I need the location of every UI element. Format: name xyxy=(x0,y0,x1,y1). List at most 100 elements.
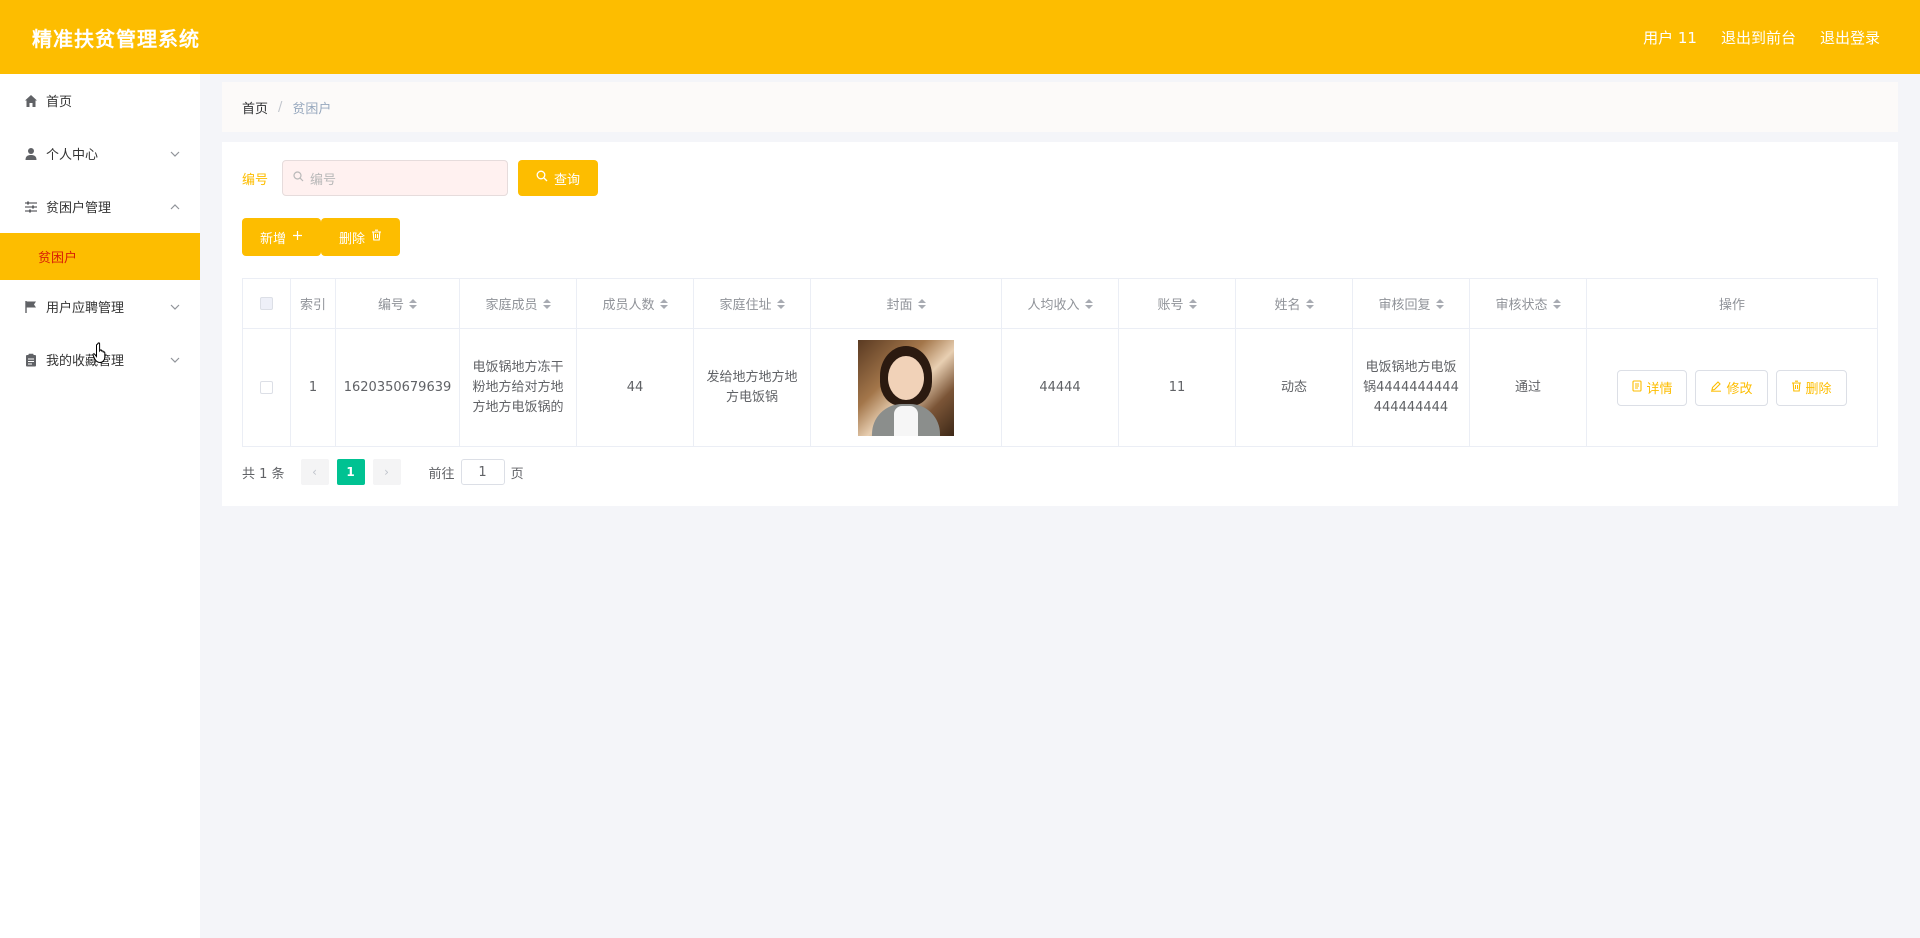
sidebar-subitem-poor-household[interactable]: 贫困户 xyxy=(0,233,200,280)
col-header-index: 索引 xyxy=(291,279,336,329)
breadcrumb-home[interactable]: 首页 xyxy=(242,98,268,117)
cell-text: 11 xyxy=(1168,379,1186,395)
table-header-row: 索引 编号 家庭成员 成员人数 家庭住址 封面 人均收入 账号 姓名 审核回复 … xyxy=(243,279,1878,329)
action-toolbar: 新增 删除 xyxy=(242,218,1878,256)
col-header-account[interactable]: 账号 xyxy=(1119,279,1236,329)
sidebar-item-user-application-mgmt[interactable]: 用户应聘管理 xyxy=(0,280,200,333)
col-header-operations: 操作 xyxy=(1587,279,1878,329)
sort-icon[interactable] xyxy=(1435,298,1444,309)
pagination-jumper: 前往 1 页 xyxy=(429,459,524,485)
row-delete-button[interactable]: 删除 xyxy=(1775,369,1847,406)
col-header-review-reply[interactable]: 审核回复 xyxy=(1353,279,1470,329)
trash-icon xyxy=(371,229,382,245)
sliders-icon xyxy=(24,200,38,214)
sidebar-item-label: 贫困户管理 xyxy=(46,201,112,216)
row-select-cell xyxy=(243,329,291,447)
table-row: 1 1620350679639 电饭锅地方冻干粉地方给对方地方地方电饭锅的 44… xyxy=(243,329,1878,447)
app-header: 精准扶贫管理系统 用户 11 退出到前台 退出登录 xyxy=(0,0,1920,74)
add-button[interactable]: 新增 xyxy=(242,218,322,256)
edit-button-label: 修改 xyxy=(1726,382,1753,397)
col-header-address[interactable]: 家庭住址 xyxy=(694,279,811,329)
goto-unit: 页 xyxy=(510,466,524,482)
sidebar-item-home[interactable]: 首页 xyxy=(0,74,200,127)
search-icon xyxy=(536,170,548,186)
col-header-label: 索引 xyxy=(299,298,326,313)
edit-button[interactable]: 修改 xyxy=(1695,369,1768,406)
goto-page-input[interactable]: 1 xyxy=(460,459,505,485)
sort-icon[interactable] xyxy=(659,298,668,309)
sort-icon[interactable] xyxy=(1084,298,1093,309)
trash-icon xyxy=(1791,380,1802,396)
cell-text: 电饭锅地方冻干粉地方给对方地方地方电饭锅的 xyxy=(472,359,564,415)
col-header-cover[interactable]: 封面 xyxy=(811,279,1002,329)
detail-button-label: 详情 xyxy=(1646,382,1673,397)
cell-review-reply: 电饭锅地方电饭锅4444444444444444444 xyxy=(1353,329,1470,447)
cover-image[interactable] xyxy=(858,339,954,436)
cell-text: 1620350679639 xyxy=(343,379,452,395)
sort-icon[interactable] xyxy=(917,298,926,309)
sort-icon[interactable] xyxy=(542,298,551,309)
col-header-member-count[interactable]: 成员人数 xyxy=(577,279,694,329)
batch-delete-button[interactable]: 删除 xyxy=(321,218,401,256)
sort-icon[interactable] xyxy=(1305,298,1314,309)
col-header-income[interactable]: 人均收入 xyxy=(1002,279,1119,329)
search-input[interactable]: 编号 xyxy=(282,160,509,196)
row-checkbox[interactable] xyxy=(260,381,273,394)
detail-button[interactable]: 详情 xyxy=(1617,369,1688,406)
goto-label: 前往 xyxy=(428,466,455,482)
cell-text: 44 xyxy=(626,379,644,395)
col-header-label: 操作 xyxy=(1718,298,1745,313)
sort-icon[interactable] xyxy=(1188,298,1197,309)
sidebar-item-personal-center[interactable]: 个人中心 xyxy=(0,127,200,180)
next-page-button[interactable]: › xyxy=(372,459,401,485)
pagination: 共 1 条 ‹ 1 › 前往 1 页 xyxy=(242,459,1878,485)
row-delete-button-label: 删除 xyxy=(1805,382,1832,397)
sort-icon[interactable] xyxy=(1552,298,1561,309)
document-icon xyxy=(1632,379,1643,396)
cell-member-count: 44 xyxy=(577,329,694,447)
cover-shirt xyxy=(894,405,918,436)
search-button[interactable]: 查询 xyxy=(518,160,599,196)
clipboard-icon xyxy=(24,353,38,367)
cell-address: 发给地方地方地方电饭锅 xyxy=(694,329,811,447)
search-form: 编号 编号 查询 xyxy=(242,160,1878,196)
pagination-total: 共 1 条 xyxy=(242,466,285,482)
content-panel: 编号 编号 查询 新增 删除 索引 编号 家庭成员 成员人数 家庭住址 封面 人… xyxy=(222,142,1898,506)
col-header-label: 封面 xyxy=(886,298,913,313)
search-label: 编号 xyxy=(242,172,269,188)
sidebar-item-poor-household-mgmt[interactable]: 贫困户管理 xyxy=(0,180,200,233)
chevron-down-icon xyxy=(170,355,180,365)
cell-name: 动态 xyxy=(1236,329,1353,447)
home-icon xyxy=(24,94,38,108)
cell-review-status: 通过 xyxy=(1470,329,1587,447)
prev-page-button[interactable]: ‹ xyxy=(300,459,329,485)
sidebar-subitem-label: 贫困户 xyxy=(38,251,78,266)
current-user-label[interactable]: 用户 11 xyxy=(1643,27,1697,48)
sidebar-item-label: 首页 xyxy=(46,95,73,110)
col-header-label: 家庭成员 xyxy=(485,298,538,313)
col-header-id[interactable]: 编号 xyxy=(336,279,460,329)
cell-text: 1 xyxy=(308,379,318,395)
header-links: 用户 11 退出到前台 退出登录 xyxy=(1643,27,1880,48)
sort-icon[interactable] xyxy=(776,298,785,309)
col-header-label: 姓名 xyxy=(1274,298,1301,313)
col-header-members[interactable]: 家庭成员 xyxy=(460,279,577,329)
col-header-label: 审核回复 xyxy=(1378,298,1431,313)
sidebar: 首页 个人中心 贫困户管理 贫困户 用户应聘管理 我的收藏管理 xyxy=(0,74,200,938)
select-all-cell xyxy=(243,279,291,329)
col-header-name[interactable]: 姓名 xyxy=(1236,279,1353,329)
select-all-checkbox[interactable] xyxy=(260,297,273,310)
cell-text: 动态 xyxy=(1280,379,1307,395)
col-header-label: 编号 xyxy=(377,298,404,313)
col-header-label: 审核状态 xyxy=(1495,298,1548,313)
col-header-review-status[interactable]: 审核状态 xyxy=(1470,279,1587,329)
cell-id: 1620350679639 xyxy=(336,329,460,447)
cell-index: 1 xyxy=(291,329,336,447)
chevron-up-icon xyxy=(170,202,180,212)
logout-link[interactable]: 退出登录 xyxy=(1820,27,1880,48)
edit-icon xyxy=(1710,380,1722,396)
exit-to-front-link[interactable]: 退出到前台 xyxy=(1721,27,1796,48)
chevron-down-icon xyxy=(170,302,180,312)
page-number-button[interactable]: 1 xyxy=(336,459,365,485)
sort-icon[interactable] xyxy=(409,298,417,309)
